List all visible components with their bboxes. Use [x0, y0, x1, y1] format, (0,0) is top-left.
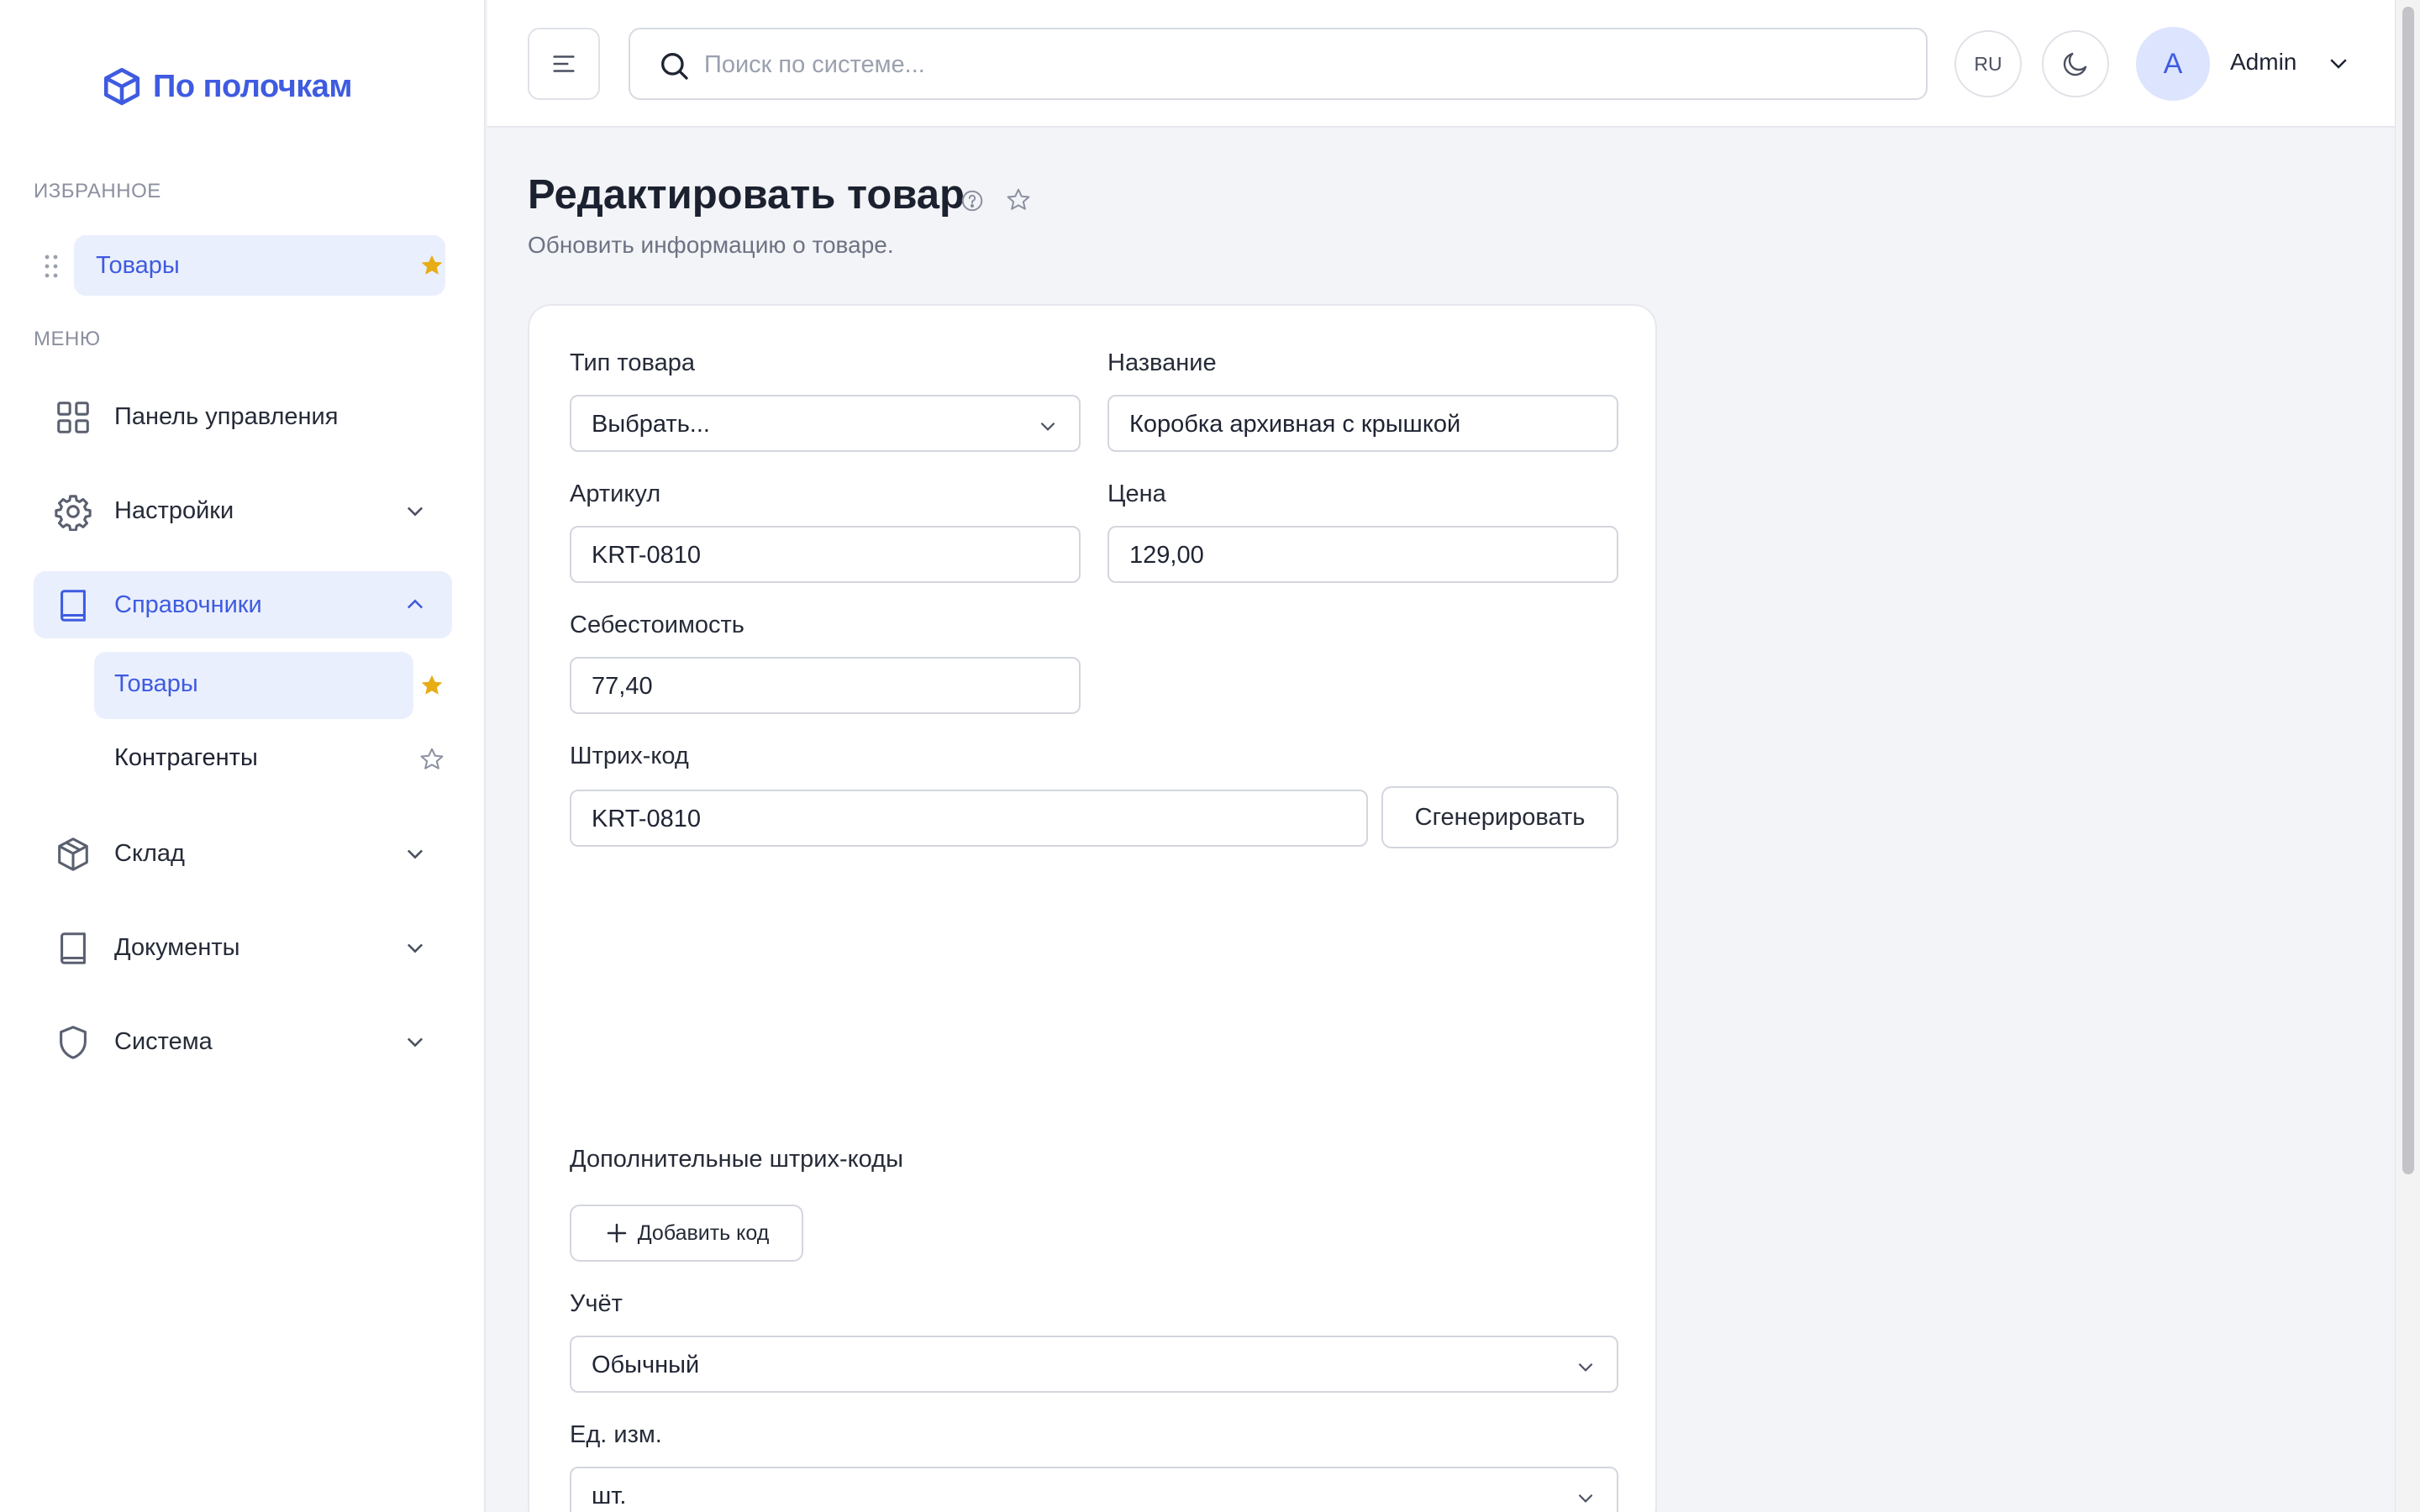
product-type-value: Выбрать...	[592, 411, 710, 438]
generate-barcode-button[interactable]: Сгенерировать	[1381, 786, 1618, 848]
chevron-down-icon	[1037, 415, 1059, 437]
accounting-value: Обычный	[592, 1352, 700, 1378]
sidebar-item-label: Настройки	[114, 497, 234, 524]
price-label: Цена	[1107, 480, 1166, 507]
sidebar-item-label: Склад	[114, 840, 185, 867]
star-outline-icon[interactable]	[418, 746, 445, 773]
theme-toggle-button[interactable]	[2042, 30, 2109, 97]
favorite-item-products[interactable]: Товары	[34, 235, 454, 296]
sku-field[interactable]: KRT-0810	[570, 526, 1081, 583]
topbar: RU A Admin	[487, 0, 2395, 128]
search-input[interactable]	[704, 45, 1897, 85]
sidebar-item-references[interactable]: Справочники	[34, 571, 452, 638]
unit-label: Ед. изм.	[570, 1421, 662, 1448]
box-icon	[54, 835, 92, 874]
extra-barcodes-label: Дополнительные штрих-коды	[570, 1146, 903, 1173]
book-icon	[54, 586, 92, 625]
sidebar-item-label: Панель управления	[114, 403, 339, 430]
accounting-select[interactable]: Обычный	[570, 1336, 1618, 1393]
price-field[interactable]: 129,00	[1107, 526, 1618, 583]
chevron-down-icon	[1575, 1356, 1597, 1378]
price-value[interactable]: 129,00	[1129, 542, 1560, 570]
chevron-down-icon	[403, 936, 427, 959]
name-value[interactable]: Коробка архивная с крышкой	[1129, 411, 1560, 438]
sku-value[interactable]: KRT-0810	[592, 542, 1023, 570]
sidebar-item-label: Справочники	[114, 591, 262, 618]
search-box[interactable]	[629, 28, 1928, 100]
scrollbar-thumb[interactable]	[2402, 7, 2414, 1174]
barcode-value[interactable]: KRT-0810	[592, 806, 1267, 833]
add-code-label: Добавить код	[637, 1221, 770, 1245]
sidebar-subitem-counterparties[interactable]: Контрагенты	[94, 726, 413, 793]
favorites-section-label: ИЗБРАННОЕ	[34, 180, 161, 202]
sidebar-item-label: Документы	[114, 934, 240, 961]
product-type-label: Тип товара	[570, 349, 695, 376]
menu-section-label: МЕНЮ	[34, 328, 101, 350]
plus-icon	[604, 1221, 629, 1246]
chevron-down-icon	[403, 1030, 427, 1053]
unit-value: шт.	[592, 1483, 627, 1509]
menu-toggle-button[interactable]	[528, 28, 600, 100]
barcode-label: Штрих-код	[570, 743, 689, 769]
sidebar: По полочкам ИЗБРАННОЕ Товары МЕНЮ Панель…	[0, 0, 486, 1512]
book-icon	[54, 929, 92, 968]
name-label: Название	[1107, 349, 1217, 376]
product-type-select[interactable]: Выбрать...	[570, 395, 1081, 452]
sidebar-item-warehouse[interactable]: Склад	[34, 820, 452, 887]
app-logo[interactable]: По полочкам	[101, 66, 353, 108]
cost-label: Себестоимость	[570, 612, 744, 638]
chevron-down-icon	[1575, 1487, 1597, 1509]
language-button[interactable]: RU	[1954, 30, 2022, 97]
page-scrollbar[interactable]	[2395, 0, 2420, 1512]
chevron-down-icon	[403, 842, 427, 865]
drag-handle-icon[interactable]	[44, 254, 59, 279]
sidebar-item-settings[interactable]: Настройки	[34, 477, 452, 544]
shield-icon	[54, 1023, 92, 1062]
sidebar-item-dashboard[interactable]: Панель управления	[34, 383, 452, 450]
star-filled-icon[interactable]	[418, 672, 445, 699]
help-circle-icon[interactable]	[960, 188, 985, 213]
cost-field[interactable]: 77,40	[570, 657, 1081, 714]
page-title: Редактировать товар	[528, 172, 965, 218]
name-field[interactable]: Коробка архивная с крышкой	[1107, 395, 1618, 452]
avatar[interactable]: A	[2136, 27, 2210, 101]
sidebar-subitem-label: Контрагенты	[114, 744, 258, 771]
sidebar-item-label: Система	[114, 1028, 213, 1055]
cube-logo-icon	[101, 66, 143, 108]
moon-icon	[2060, 49, 2091, 79]
sidebar-subitem-label: Товары	[114, 670, 198, 697]
chevron-up-icon	[403, 593, 427, 617]
gear-icon	[54, 492, 92, 531]
chevron-down-icon	[403, 499, 427, 522]
menu-lines-icon	[550, 50, 578, 78]
star-filled-icon[interactable]	[418, 252, 445, 279]
sidebar-item-documents[interactable]: Документы	[34, 914, 452, 981]
product-form-card: Тип товара Выбрать... Название Коробка а…	[528, 304, 1657, 1512]
page-subtitle: Обновить информацию о товаре.	[528, 232, 894, 258]
unit-select[interactable]: шт.	[570, 1467, 1618, 1512]
sku-label: Артикул	[570, 480, 661, 507]
grid-icon	[54, 398, 92, 437]
barcode-field[interactable]: KRT-0810	[570, 790, 1368, 847]
cost-value[interactable]: 77,40	[592, 673, 1023, 701]
sidebar-item-system[interactable]: Система	[34, 1008, 452, 1075]
user-name[interactable]: Admin	[2230, 49, 2296, 76]
chevron-down-icon[interactable]	[2326, 50, 2351, 76]
star-outline-icon[interactable]	[1005, 186, 1032, 213]
add-code-button[interactable]: Добавить код	[570, 1205, 803, 1262]
sidebar-subitem-products[interactable]: Товары	[94, 652, 413, 719]
logo-text: По полочкам	[153, 68, 353, 104]
favorite-item-label[interactable]: Товары	[74, 235, 445, 296]
search-icon	[657, 49, 691, 82]
accounting-label: Учёт	[570, 1290, 623, 1317]
